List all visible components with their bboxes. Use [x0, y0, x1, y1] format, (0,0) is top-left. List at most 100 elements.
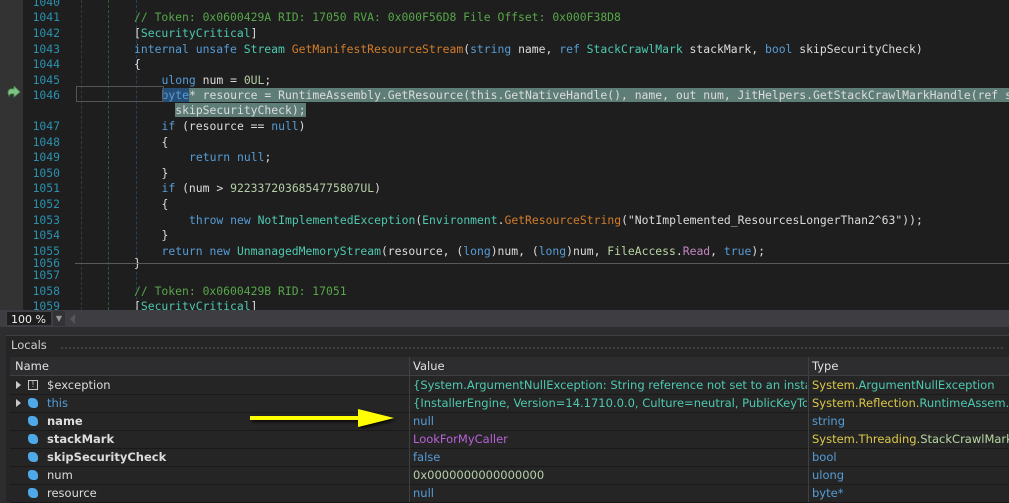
- line-number: 1047: [28, 118, 60, 134]
- code-token: }: [162, 166, 169, 180]
- value-cell[interactable]: false: [409, 448, 807, 466]
- line-number: 1043: [28, 41, 60, 57]
- code-line[interactable]: 1049return null;: [0, 149, 1009, 165]
- object-icon: [28, 434, 38, 444]
- code-token: internal unsafe: [134, 42, 244, 56]
- method-separator: [75, 263, 1009, 264]
- value-cell[interactable]: {InstallerEngine, Version=14.1710.0.0, C…: [409, 394, 807, 412]
- value-cell[interactable]: null: [409, 412, 807, 430]
- type-name: bool: [812, 450, 837, 464]
- code-text: byte* resource = RuntimeAssembly.GetReso…: [162, 87, 1009, 103]
- locals-title: Locals: [11, 338, 47, 352]
- variable-name: stackMark: [47, 430, 114, 448]
- code-line[interactable]: 1044 {: [0, 56, 1009, 72]
- variable-name: skipSecurityCheck: [47, 448, 166, 466]
- object-icon: [28, 398, 38, 408]
- locals-row-num[interactable]: num0x0000000000000000ulong: [10, 466, 1009, 485]
- locals-row-resource[interactable]: resourcenullbyte*: [10, 484, 1009, 503]
- code-editor[interactable]: 10401041// Token: 0x0600429A RID: 17050 …: [0, 0, 1009, 310]
- code-token: GetManifestResourceStream: [292, 42, 463, 56]
- code-token: if: [162, 119, 183, 133]
- code-token: ref: [559, 42, 586, 56]
- code-line[interactable]: 1054}: [0, 227, 1009, 243]
- locals-row-exception[interactable]: !$exception{System.ArgumentNullException…: [10, 376, 1009, 395]
- column-header-value[interactable]: Value: [409, 357, 807, 375]
- code-token: ]: [251, 26, 258, 40]
- code-token: 0UL: [244, 73, 265, 87]
- type-cell: bool: [808, 448, 1009, 466]
- variable-name: this: [47, 394, 68, 412]
- line-number: 1044: [28, 56, 60, 72]
- code-text: }: [162, 227, 169, 243]
- locals-row-name[interactable]: name null string: [10, 412, 1009, 431]
- scroll-left-icon[interactable]: [70, 314, 75, 324]
- code-line[interactable]: 1041// Token: 0x0600429A RID: 17050 RVA:…: [0, 9, 1009, 25]
- exception-icon: !: [28, 380, 38, 390]
- code-line[interactable]: 1051if (num > 9223372036854775807UL): [0, 180, 1009, 196]
- code-token: ulong: [162, 73, 203, 87]
- code-token: null: [271, 119, 298, 133]
- type-namespace: System.Reflection.: [812, 396, 919, 410]
- name-cell: num: [10, 466, 408, 484]
- type-cell: string: [808, 412, 1009, 430]
- code-token: 9223372036854775807UL: [230, 181, 374, 195]
- code-line[interactable]: 1058// Token: 0x0600429B RID: 17051: [0, 283, 1009, 299]
- chevron-down-icon[interactable]: ▼: [53, 311, 65, 326]
- code-token: if: [162, 181, 183, 195]
- type-name: string: [812, 414, 845, 428]
- name-cell: !$exception: [10, 376, 408, 394]
- type-namespace: System.: [812, 378, 859, 392]
- value-cell[interactable]: null: [409, 484, 807, 502]
- code-line[interactable]: 1050}: [0, 165, 1009, 181]
- code-token: {: [162, 135, 169, 149]
- code-token: ): [374, 181, 381, 195]
- expand-arrow-icon[interactable]: [16, 399, 21, 407]
- line-number: 1046: [28, 87, 60, 103]
- line-number: 1049: [28, 149, 60, 165]
- line-number: 1059: [28, 298, 60, 310]
- code-token: Stream: [244, 42, 292, 56]
- code-text: throw new NotImplementedException(Enviro…: [189, 212, 923, 228]
- type-cell: System.ArgumentNullException: [808, 376, 1009, 394]
- code-line[interactable]: 1059[SecurityCritical]: [0, 298, 1009, 310]
- expand-arrow-icon[interactable]: [16, 381, 21, 389]
- column-header-type[interactable]: Type: [808, 357, 1009, 375]
- code-text: skipSecurityCheck);: [175, 102, 305, 118]
- value-cell[interactable]: {System.ArgumentNullException: String re…: [409, 376, 807, 394]
- code-token: ("NotImplemented_ResourcesLongerThan2^63…: [621, 213, 923, 227]
- line-number: 1057: [28, 267, 60, 283]
- locals-row-skipsecuritycheck[interactable]: skipSecurityCheck false bool: [10, 448, 1009, 467]
- locals-row-stackmark[interactable]: stackMark LookForMyCallerSystem.Threading…: [10, 430, 1009, 449]
- code-token: ): [299, 119, 306, 133]
- type-name: ArgumentNullException: [859, 378, 995, 392]
- code-line[interactable]: 1053throw new NotImplementedException(En…: [0, 212, 1009, 228]
- code-text: [SecurityCritical]: [134, 25, 257, 41]
- type-cell: System.Reflection.RuntimeAssem...: [808, 394, 1009, 412]
- code-token: [: [134, 299, 141, 310]
- code-line[interactable]: 1048{: [0, 134, 1009, 150]
- current-statement-box: [76, 86, 164, 102]
- locals-row-this[interactable]: this {InstallerEngine, Version=14.1710.0.…: [10, 394, 1009, 413]
- code-token: ]: [251, 299, 258, 310]
- code-line[interactable]: 1043 internal unsafe Stream GetManifestRe…: [0, 41, 1009, 57]
- code-token: {: [134, 57, 141, 71]
- code-token: {: [162, 197, 169, 211]
- code-line[interactable]: 1052{: [0, 196, 1009, 212]
- variable-name: name: [47, 412, 83, 430]
- value-cell[interactable]: 0x0000000000000000: [409, 466, 807, 484]
- title-grip[interactable]: [60, 346, 1003, 349]
- code-token: name,: [518, 42, 559, 56]
- code-line[interactable]: 1042[SecurityCritical]: [0, 25, 1009, 41]
- code-line[interactable]: 1047if (resource == null): [0, 118, 1009, 134]
- type-cell: System.Threading.StackCrawlMark: [808, 430, 1009, 448]
- code-line[interactable]: 1057: [0, 267, 1009, 283]
- line-number: 1045: [28, 72, 60, 88]
- line-number: 1058: [28, 283, 60, 299]
- zoom-level-field[interactable]: 100 %: [6, 311, 52, 326]
- value-cell[interactable]: LookForMyCaller: [409, 430, 807, 448]
- column-header-name[interactable]: Name: [10, 357, 413, 375]
- code-token: ;: [264, 73, 271, 87]
- code-line[interactable]: skipSecurityCheck);: [0, 102, 1009, 118]
- code-text: }: [162, 165, 169, 181]
- code-token: skipSecurityCheck);: [175, 103, 305, 117]
